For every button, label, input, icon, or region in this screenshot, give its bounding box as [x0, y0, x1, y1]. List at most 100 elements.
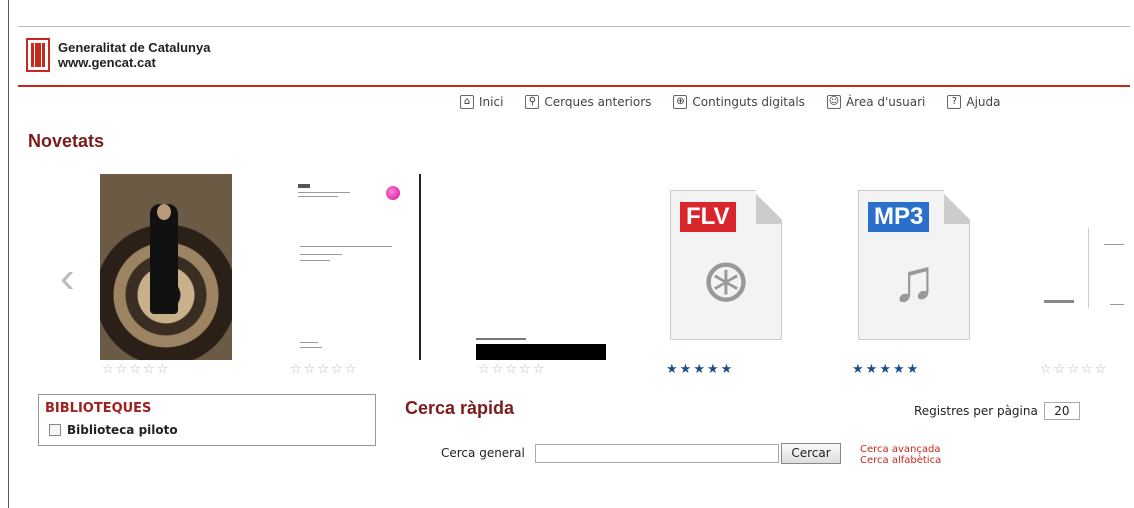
gencat-logo[interactable]: Generalitat de Catalunya www.gencat.cat — [26, 38, 210, 72]
star-icon[interactable]: ☆ — [1040, 362, 1054, 377]
star-icon[interactable]: ☆ — [157, 362, 171, 377]
doc-edge — [1088, 228, 1089, 308]
novetats-title: Novetats — [28, 131, 105, 151]
carousel-item-document-cover[interactable] — [290, 174, 402, 360]
records-per-page-label: Registres per pàgina — [914, 404, 1038, 418]
doc-line — [1104, 244, 1124, 245]
star-icon[interactable]: ☆ — [345, 362, 359, 377]
search-history-icon: ⚲ — [525, 95, 540, 109]
carousel-item-document-cover-2[interactable] — [476, 330, 606, 360]
libraries-panel: BIBLIOTEQUES Biblioteca piloto — [38, 394, 376, 446]
star-icon[interactable]: ☆ — [533, 362, 547, 377]
general-search-label: Cerca general — [441, 446, 525, 460]
file-fold — [756, 190, 782, 224]
top-navigation: ⌂ Inici ⚲ Cerques anteriors ⊕ Continguts… — [460, 95, 1023, 109]
cover-black-band — [476, 344, 606, 360]
logo-text: Generalitat de Catalunya www.gencat.cat — [58, 40, 210, 70]
general-search-input[interactable] — [535, 444, 779, 463]
nav-area-usuari[interactable]: ☺ Àrea d'usuari — [826, 95, 926, 109]
advanced-search-link[interactable]: Cerca avançada — [860, 444, 941, 455]
carousel-item-mp3-file[interactable]: MP3 ♫ — [858, 190, 970, 340]
star-icon[interactable]: ★ — [707, 362, 721, 377]
doc-line — [300, 246, 392, 247]
star-icon[interactable]: ☆ — [1067, 362, 1081, 377]
music-note-icon: ♫ — [891, 247, 937, 314]
mp3-label: MP3 — [868, 202, 930, 232]
star-icon[interactable]: ★ — [680, 362, 694, 377]
film-reel-icon: ⊛ — [700, 247, 752, 314]
carousel-item-document-cover-3[interactable] — [1040, 228, 1130, 308]
doc-line — [1044, 300, 1074, 303]
star-icon[interactable]: ★ — [852, 362, 866, 377]
doc-line — [298, 192, 350, 193]
nav-cerques-anteriors[interactable]: ⚲ Cerques anteriors — [525, 95, 651, 109]
alphabetic-search-link[interactable]: Cerca alfabètica — [860, 455, 941, 466]
header-divider — [18, 85, 1130, 87]
star-icon[interactable]: ★ — [907, 362, 921, 377]
doc-line — [300, 254, 342, 255]
doc-line — [298, 196, 338, 197]
org-url: www.gencat.cat — [58, 55, 156, 70]
rating-stars[interactable]: ★★★★★ — [666, 362, 734, 377]
star-icon[interactable]: ☆ — [1054, 362, 1068, 377]
flv-label: FLV — [680, 202, 736, 232]
star-icon[interactable]: ★ — [693, 362, 707, 377]
star-icon[interactable]: ★ — [721, 362, 735, 377]
star-icon[interactable]: ☆ — [1081, 362, 1095, 377]
nav-cerques-label: Cerques anteriors — [544, 95, 652, 109]
cover-figure-head — [157, 204, 171, 220]
rating-stars[interactable]: ☆☆☆☆☆ — [478, 362, 546, 377]
search-links: Cerca avançada Cerca alfabètica — [860, 444, 941, 466]
rating-stars[interactable]: ☆☆☆☆☆ — [1040, 362, 1108, 377]
star-icon[interactable]: ☆ — [478, 362, 492, 377]
star-icon[interactable]: ☆ — [143, 362, 157, 377]
star-icon[interactable]: ☆ — [331, 362, 345, 377]
star-icon[interactable]: ☆ — [290, 362, 304, 377]
records-per-page-input[interactable]: 20 — [1043, 402, 1080, 420]
nav-ajuda[interactable]: ? Ajuda — [947, 95, 1001, 109]
records-per-page: Registres per pàgina 20 — [914, 402, 1080, 420]
star-icon[interactable]: ☆ — [1095, 362, 1109, 377]
rating-stars[interactable]: ★★★★★ — [852, 362, 920, 377]
star-icon[interactable]: ☆ — [304, 362, 318, 377]
cover-figure — [150, 204, 178, 314]
star-icon[interactable]: ☆ — [505, 362, 519, 377]
nav-inici[interactable]: ⌂ Inici — [460, 95, 503, 109]
nav-continguts-digitals[interactable]: ⊕ Continguts digitals — [673, 95, 805, 109]
search-button[interactable]: Cercar — [781, 443, 841, 464]
cover-divider — [419, 174, 421, 360]
doc-line — [300, 260, 330, 261]
nav-ajuda-label: Ajuda — [966, 95, 1001, 109]
star-icon[interactable]: ☆ — [519, 362, 533, 377]
home-icon: ⌂ — [460, 95, 474, 109]
star-icon[interactable]: ★ — [666, 362, 680, 377]
star-icon[interactable]: ★ — [893, 362, 907, 377]
rating-stars[interactable]: ☆☆☆☆☆ — [290, 362, 358, 377]
file-fold — [944, 190, 970, 224]
doc-line — [476, 338, 526, 340]
doc-mark — [298, 184, 310, 188]
star-icon[interactable]: ☆ — [492, 362, 506, 377]
carousel-item-flv-file[interactable]: FLV ⊛ — [670, 190, 782, 340]
nav-area-label: Àrea d'usuari — [845, 95, 926, 109]
library-option-biblioteca-piloto[interactable]: Biblioteca piloto — [49, 423, 178, 437]
quick-search-title: Cerca ràpida — [405, 398, 515, 418]
rating-stars[interactable]: ☆☆☆☆☆ — [102, 362, 170, 377]
carousel-prev-chevron-icon[interactable]: ‹ — [60, 256, 75, 300]
star-icon[interactable]: ★ — [879, 362, 893, 377]
star-icon[interactable]: ☆ — [129, 362, 143, 377]
star-icon[interactable]: ★ — [866, 362, 880, 377]
libraries-title: BIBLIOTEQUES — [45, 401, 152, 416]
library-checkbox[interactable] — [49, 424, 61, 436]
carousel-item-photo-cover[interactable] — [100, 174, 232, 360]
senyera-logo-icon — [26, 38, 50, 72]
star-icon[interactable]: ☆ — [317, 362, 331, 377]
digital-content-icon: ⊕ — [673, 95, 688, 109]
nav-inici-label: Inici — [479, 95, 504, 109]
org-name: Generalitat de Catalunya — [58, 40, 211, 55]
star-icon[interactable]: ☆ — [116, 362, 130, 377]
left-border — [8, 0, 9, 508]
library-option-label: Biblioteca piloto — [67, 423, 178, 437]
user-icon: ☺ — [826, 95, 841, 109]
star-icon[interactable]: ☆ — [102, 362, 116, 377]
